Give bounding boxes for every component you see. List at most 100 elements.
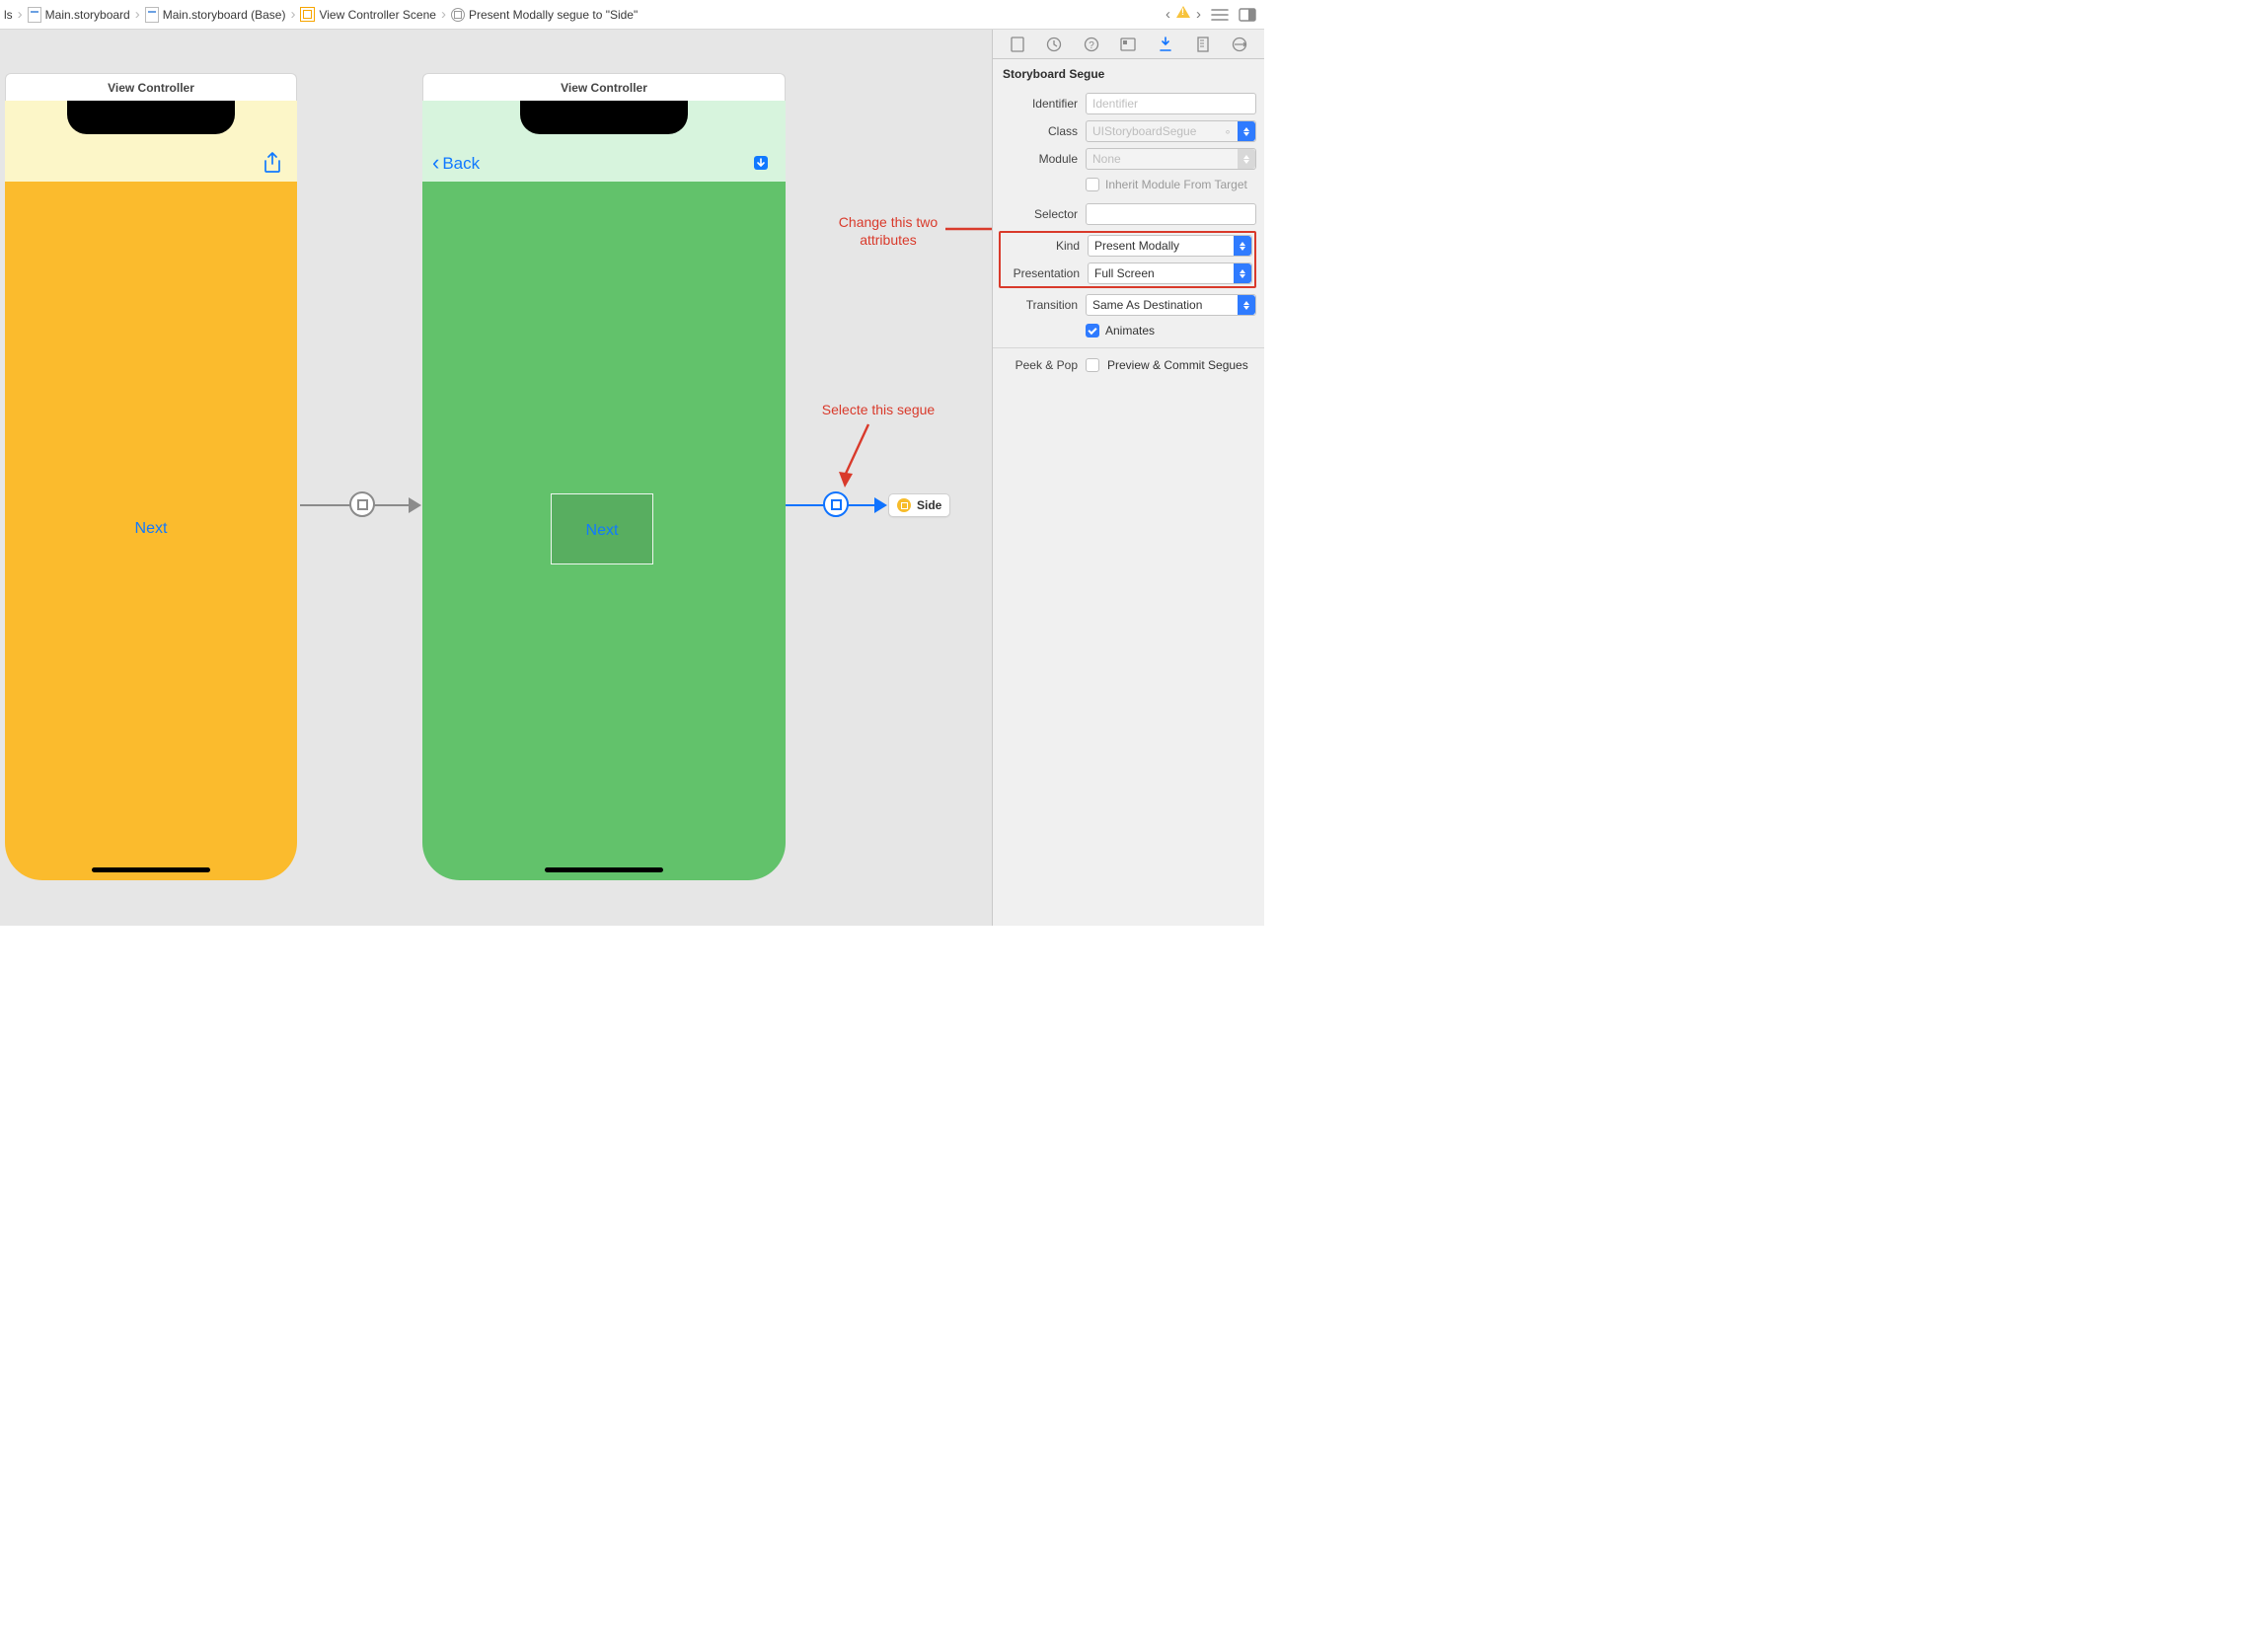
outline-toggle-icon[interactable]: [1211, 8, 1229, 22]
inspector-tabs: ?: [993, 30, 1264, 59]
selector-label: Selector: [1001, 207, 1078, 221]
crumb-segue[interactable]: Present Modally segue to "Side": [449, 8, 639, 22]
identity-inspector-tab[interactable]: [1117, 34, 1139, 55]
inherit-module-checkbox[interactable]: [1086, 178, 1099, 191]
nav-back-button[interactable]: ‹: [1166, 6, 1170, 23]
annotation-select-segue: Selecte this segue: [799, 401, 957, 418]
select-arrows-icon: [1234, 236, 1251, 256]
file-icon: [145, 7, 159, 23]
segue-node-blue[interactable]: [823, 491, 849, 517]
presentation-value: Full Screen: [1094, 266, 1155, 280]
storyboard-canvas[interactable]: View Controller Next: [0, 30, 992, 926]
home-indicator: [92, 867, 210, 872]
kind-value: Present Modally: [1094, 239, 1179, 253]
highlighted-attributes-box: Kind Present Modally Presentation Full S…: [999, 231, 1256, 288]
module-label: Module: [1001, 152, 1078, 166]
module-value: None: [1092, 152, 1121, 166]
nav-forward-button[interactable]: ›: [1196, 6, 1201, 23]
inspector-panel: ? Storyboard Segue Identifier: [992, 30, 1264, 926]
select-arrows-icon: [1234, 263, 1251, 283]
side-chip-label: Side: [917, 498, 941, 512]
kind-select[interactable]: Present Modally: [1088, 235, 1252, 257]
device-mockup-left[interactable]: Next: [5, 101, 297, 880]
chevron-right-icon: ›: [289, 6, 296, 23]
vc-title: View Controller: [561, 81, 647, 95]
file-inspector-tab[interactable]: [1007, 34, 1028, 55]
attributes-inspector-tab[interactable]: [1155, 34, 1176, 55]
vc-title: View Controller: [108, 81, 194, 95]
segue-icon: [451, 8, 465, 22]
next-button[interactable]: Next: [135, 520, 168, 538]
size-inspector-tab[interactable]: [1192, 34, 1214, 55]
crumb-folder[interactable]: ls: [2, 8, 15, 22]
container-view[interactable]: Next: [551, 493, 653, 564]
identifier-label: Identifier: [1001, 97, 1078, 111]
inherit-module-label: Inherit Module From Target: [1105, 178, 1247, 191]
select-arrows-icon: [1238, 295, 1255, 315]
crumb-label: Main.storyboard: [45, 8, 130, 22]
crumb-label: View Controller Scene: [319, 8, 436, 22]
peek-pop-checkbox[interactable]: [1086, 358, 1099, 372]
side-destination-chip[interactable]: Side: [888, 493, 950, 517]
divider: [993, 347, 1264, 348]
class-value: UIStoryboardSegue: [1092, 124, 1196, 138]
breadcrumbs: ls › Main.storyboard › Main.storyboard (…: [0, 6, 1166, 23]
kind-label: Kind: [1003, 239, 1080, 253]
transition-value: Same As Destination: [1092, 298, 1202, 312]
peek-pop-value: Preview & Commit Segues: [1107, 358, 1248, 372]
transition-label: Transition: [1001, 298, 1078, 312]
crumb-storyboard-file[interactable]: Main.storyboard: [26, 7, 132, 23]
device-mockup-right[interactable]: ‹ Back Next: [422, 101, 786, 880]
annotation-change-attrs: Change this two attributes: [819, 213, 957, 249]
selector-field[interactable]: [1086, 203, 1256, 225]
animates-label: Animates: [1105, 324, 1155, 338]
warning-icon[interactable]: [1176, 6, 1190, 18]
notch: [520, 101, 688, 134]
arrowhead-icon: [874, 497, 887, 513]
chevron-right-icon: ›: [440, 6, 447, 23]
history-inspector-tab[interactable]: [1043, 34, 1065, 55]
crumb-label: ls: [4, 8, 13, 22]
presentation-select[interactable]: Full Screen: [1088, 263, 1252, 284]
device-screen: [422, 101, 786, 880]
identifier-field[interactable]: Identifier: [1086, 93, 1256, 114]
transition-select[interactable]: Same As Destination: [1086, 294, 1256, 316]
help-inspector-tab[interactable]: ?: [1081, 34, 1102, 55]
animates-checkbox[interactable]: [1086, 324, 1099, 338]
viewcontroller-icon: [897, 498, 911, 512]
scene-icon: [300, 7, 315, 22]
device-screen: [5, 101, 297, 880]
crumb-label: Main.storyboard (Base): [163, 8, 286, 22]
back-label: Back: [442, 154, 480, 174]
back-button[interactable]: ‹ Back: [432, 154, 480, 174]
download-icon[interactable]: [750, 152, 772, 174]
annotation-arrow-icon: [837, 420, 876, 491]
module-select[interactable]: None: [1086, 148, 1256, 170]
chevron-right-icon: ›: [17, 6, 24, 23]
arrowhead-icon: [409, 497, 421, 513]
notch: [67, 101, 235, 134]
class-select[interactable]: UIStoryboardSegue ◦: [1086, 120, 1256, 142]
peek-pop-label: Peek & Pop: [1001, 358, 1078, 372]
container-next-button[interactable]: Next: [586, 522, 619, 540]
svg-text:?: ?: [1089, 40, 1094, 51]
file-icon: [28, 7, 41, 23]
presentation-label: Presentation: [1003, 266, 1080, 280]
segue-node-gray[interactable]: [349, 491, 375, 517]
vc-titlebar[interactable]: View Controller: [422, 73, 786, 101]
crumb-label: Present Modally segue to "Side": [469, 8, 638, 22]
breadcrumb-bar: ls › Main.storyboard › Main.storyboard (…: [0, 0, 1264, 30]
connections-inspector-tab[interactable]: [1229, 34, 1250, 55]
share-icon[interactable]: [262, 152, 283, 174]
class-label: Class: [1001, 124, 1078, 138]
select-arrows-icon: [1238, 149, 1255, 169]
select-arrows-icon: [1238, 121, 1255, 141]
home-indicator: [545, 867, 663, 872]
crumb-scene[interactable]: View Controller Scene: [298, 7, 438, 22]
chevron-right-icon: ›: [134, 6, 141, 23]
crumb-storyboard-base[interactable]: Main.storyboard (Base): [143, 7, 288, 23]
annotation-arrow-icon: [945, 222, 992, 236]
jump-to-class-icon[interactable]: ◦: [1220, 123, 1236, 139]
assistant-toggle-icon[interactable]: [1239, 8, 1256, 22]
vc-titlebar[interactable]: View Controller: [5, 73, 297, 101]
